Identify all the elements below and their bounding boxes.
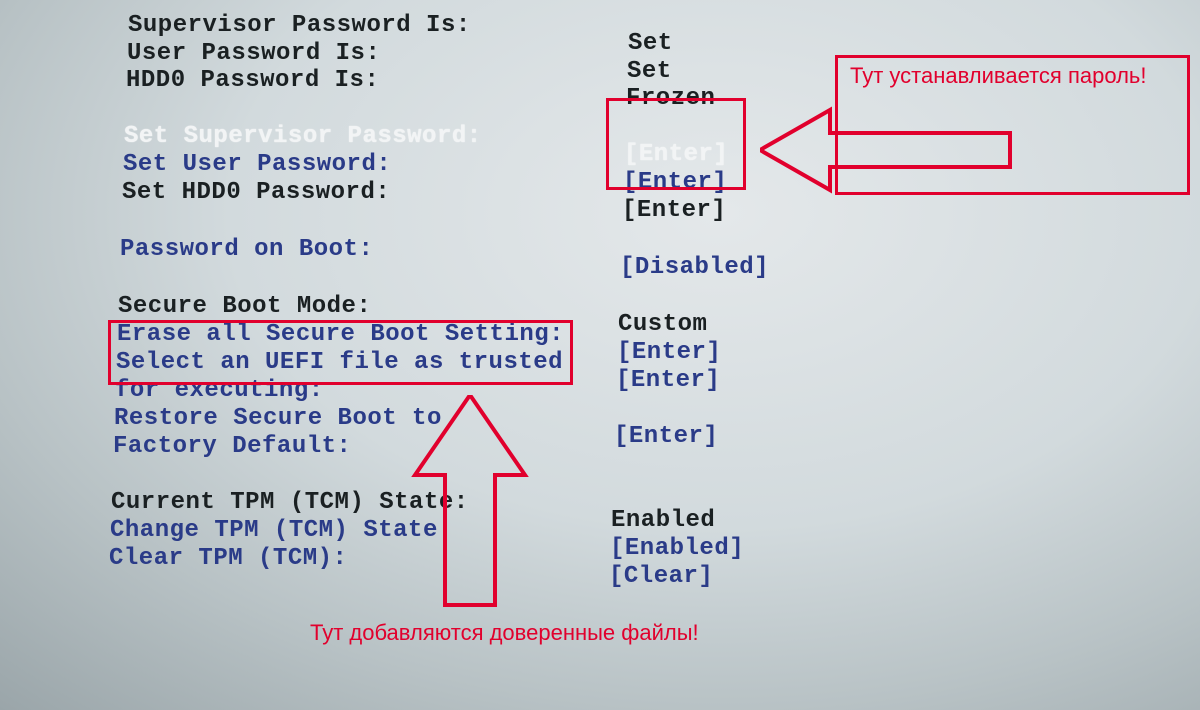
label-hdd0-pw-is: HDD0 Password Is: xyxy=(126,67,379,94)
label-password-on-boot[interactable]: Password on Boot: xyxy=(120,236,373,263)
label-restore-secure-boot-2[interactable]: Factory Default: xyxy=(113,433,351,460)
bios-screen: Supervisor Password Is: Set User Passwor… xyxy=(0,0,1200,710)
annotation-box-passwords xyxy=(606,98,746,190)
value-clear-tpm[interactable]: [Clear] xyxy=(609,563,713,590)
arrow-left-icon xyxy=(760,105,1020,225)
annotation-box-uefi xyxy=(108,320,573,385)
label-clear-tpm[interactable]: Clear TPM (TCM): xyxy=(109,545,347,572)
arrow-up-icon xyxy=(405,395,535,615)
label-set-hdd0-pw[interactable]: Set HDD0 Password: xyxy=(122,179,390,206)
annotation-text-password: Тут устанавливается пароль! xyxy=(850,63,1146,89)
annotation-text-trusted-files: Тут добавляются доверенные файлы! xyxy=(310,620,699,646)
